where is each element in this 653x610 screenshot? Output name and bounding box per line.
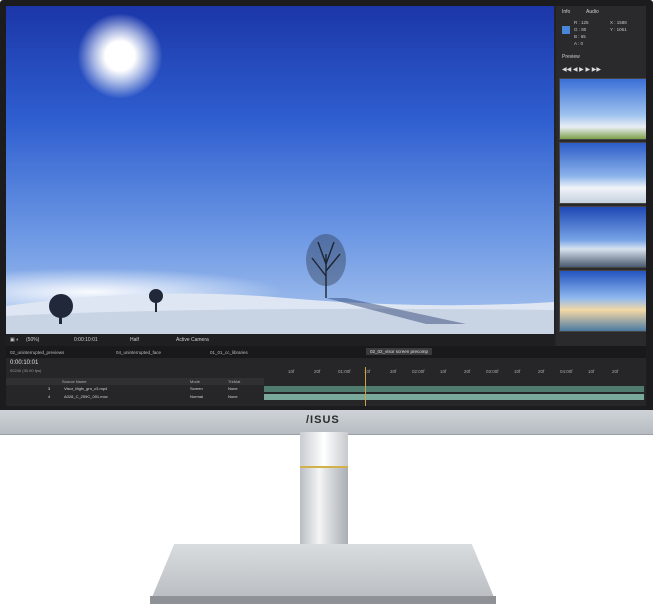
layer-number: 3	[48, 386, 51, 391]
coord-y: Y : 1061	[610, 27, 627, 32]
playback-controls[interactable]: ◀◀ ◀ ▶ ▶ ▶▶	[562, 66, 601, 73]
tab-info[interactable]: Info	[562, 9, 570, 15]
layer-row[interactable]: 3 Visor_Mgfx_grn_v3.mp4 Screen None	[6, 385, 264, 392]
preview-label: Preview	[562, 54, 580, 60]
header-trkmat: TrkMat	[228, 379, 241, 384]
composition-viewer[interactable]	[6, 6, 554, 334]
ruler-tick: 02:00f	[412, 369, 425, 374]
preview-thumbnail[interactable]	[559, 142, 646, 204]
layer-name[interactable]: Visor_Mgfx_grn_v3.mp4	[64, 386, 107, 391]
layer-number: 4	[48, 394, 51, 399]
tab-timeline-active[interactable]: 02_02_visor screen precomp	[366, 348, 433, 355]
playhead[interactable]	[365, 367, 366, 406]
ruler-tick: 01:00f	[338, 369, 351, 374]
ruler-tick: 10f	[514, 369, 521, 374]
color-swatch	[562, 26, 570, 34]
ruler-tick: 20f	[390, 369, 397, 374]
stand-base-edge	[150, 596, 496, 604]
ruler-tick: 10f	[440, 369, 447, 374]
resolution-select[interactable]: Half	[130, 337, 139, 343]
ruler-tick: 04:00f	[560, 369, 573, 374]
ruler-tick: 20f	[612, 369, 619, 374]
viewer-timecode[interactable]: 0:00:10:01	[74, 337, 98, 343]
layer-trkmat[interactable]: None	[228, 394, 238, 399]
timeline-tabs: 02_uninterrupted_previews 04_uninterrupt…	[6, 346, 646, 358]
coord-x: X : 1588	[610, 20, 627, 25]
timeline-current-time[interactable]: 0:00:10:01	[10, 360, 38, 366]
tab-timeline[interactable]: 04_uninterrupted_face	[116, 350, 161, 355]
tab-audio[interactable]: Audio	[586, 9, 599, 15]
viewer-snapshot-icon[interactable]: ▣ ◐	[10, 337, 19, 343]
monitor-screen: ▣ ◐ (50%) 0:00:10:01 Half Active Camera …	[6, 6, 646, 406]
zoom-select[interactable]: (50%)	[26, 337, 39, 343]
stand-collar	[300, 432, 348, 468]
layer-bar[interactable]	[264, 386, 644, 392]
ruler-tick: 03:00f	[486, 369, 499, 374]
info-preview-panel: Info Audio R : 125 G : 80 B : 65 A : 0 X…	[556, 6, 646, 346]
color-g: G : 80	[574, 27, 587, 32]
color-a: A : 0	[574, 41, 584, 46]
time-ruler[interactable]: 10f 20f 01:00f 10f 20f 02:00f 10f 20f 03…	[264, 367, 644, 377]
layer-header: Source Name Mode TrkMat	[6, 378, 264, 385]
tab-timeline[interactable]: 01_01_cc_libraries	[210, 350, 248, 355]
tab-timeline[interactable]: 02_uninterrupted_previews	[10, 350, 64, 355]
timeline-fps: 00240 (30.00 fps)	[10, 368, 42, 373]
layer-row[interactable]: 4 A028_C_259C_001.mov Normal None	[6, 393, 264, 400]
color-r: R : 125	[574, 20, 589, 25]
layer-name[interactable]: A028_C_259C_001.mov	[64, 394, 108, 399]
viewer-toolbar: ▣ ◐ (50%) 0:00:10:01 Half Active Camera	[6, 334, 554, 346]
brand-logo: /ISUS	[306, 414, 340, 426]
layer-mode[interactable]: Screen	[190, 386, 203, 391]
preview-thumbnail[interactable]	[559, 206, 646, 268]
header-mode: Mode	[190, 379, 201, 384]
layer-mode[interactable]: Normal	[190, 394, 203, 399]
ruler-tick: 20f	[314, 369, 321, 374]
ruler-tick: 20f	[538, 369, 545, 374]
layer-trkmat[interactable]: None	[228, 386, 238, 391]
ruler-tick: 10f	[588, 369, 595, 374]
color-b: B : 65	[574, 34, 586, 39]
preview-thumbnail[interactable]	[559, 78, 646, 140]
preview-thumbnail[interactable]	[559, 270, 646, 332]
header-source: Source Name	[62, 379, 87, 384]
ruler-tick: 10f	[288, 369, 295, 374]
ruler-tick: 20f	[464, 369, 471, 374]
stand-base	[150, 544, 496, 602]
timeline-panel: 0:00:10:01 00240 (30.00 fps) 10f 20f 01:…	[6, 358, 646, 406]
camera-select[interactable]: Active Camera	[176, 337, 209, 343]
landscape-illustration	[6, 234, 554, 334]
layer-bar[interactable]	[264, 394, 644, 400]
